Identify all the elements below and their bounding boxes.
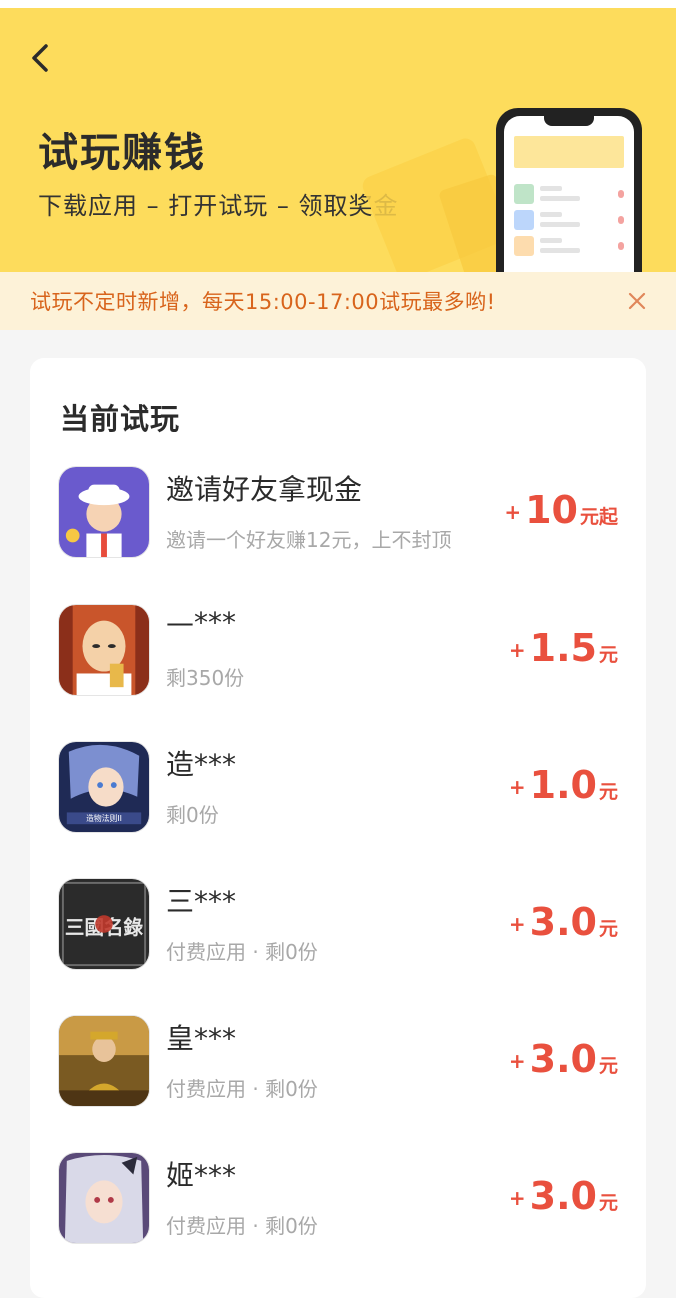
notice-close-button[interactable] (624, 288, 650, 314)
list-item-app-1[interactable]: —*** 剩350份 +1.5 元 (30, 604, 646, 700)
app-icon-princess (58, 1152, 150, 1244)
item-name: 皇*** (166, 1022, 237, 1055)
close-icon (628, 292, 646, 310)
app-icon-onepunch (58, 604, 150, 696)
app-icon-emperor (58, 1015, 150, 1107)
reward-amount: +3.0 元 (508, 1037, 618, 1081)
back-button[interactable] (24, 38, 60, 78)
item-name: 姬*** (166, 1159, 237, 1192)
page-title: 试玩赚钱 (38, 130, 206, 176)
item-subtext: 剩0份 (166, 803, 219, 827)
section-title: 当前试玩 (60, 402, 181, 436)
list-item-app-2[interactable]: 造物法则II 造*** 剩0份 +1.0 元 (30, 741, 646, 837)
list-item-invite-friends[interactable]: 邀请好友拿现金 邀请一个好友赚12元，上不封顶 +10 元起 (30, 466, 646, 562)
list-item-app-5[interactable]: 姬*** 付费应用 · 剩0份 +3.0 元 (30, 1152, 646, 1248)
notice-bar: 试玩不定时新增，每天15:00-17:00试玩最多哟! (0, 272, 676, 330)
trial-list-card: 当前试玩 邀请好友拿现金 邀请一个好友赚12元，上不封顶 +10 元起 —***… (30, 358, 646, 1298)
item-subtext: 邀请一个好友赚12元，上不封顶 (166, 528, 452, 552)
notice-text: 试玩不定时新增，每天15:00-17:00试玩最多哟! (30, 290, 496, 314)
status-bar (0, 0, 676, 8)
app-icon-anime-girl: 造物法则II (58, 741, 150, 833)
header-banner: 试玩赚钱 下载应用 – 打开试玩 – 领取奖金 (0, 8, 676, 272)
app-icon-invite (58, 466, 150, 558)
item-name: 造*** (166, 748, 237, 781)
item-name: 邀请好友拿现金 (166, 473, 363, 506)
app-icon-three-kingdoms: 三國名錄 (58, 878, 150, 970)
reward-amount: +3.0 元 (508, 1174, 618, 1218)
item-subtext: 付费应用 · 剩0份 (166, 1214, 318, 1238)
reward-amount: +3.0 元 (508, 900, 618, 944)
list-item-app-4[interactable]: 皇*** 付费应用 · 剩0份 +3.0 元 (30, 1015, 646, 1111)
chevron-left-icon (32, 44, 48, 72)
item-subtext: 剩350份 (166, 666, 245, 690)
item-name: —*** (166, 606, 236, 639)
reward-amount: +1.0 元 (508, 763, 618, 807)
list-item-app-3[interactable]: 三國名錄 三*** 付费应用 · 剩0份 +3.0元 (30, 878, 646, 974)
item-name: 三*** (166, 885, 237, 918)
page-subtitle: 下载应用 – 打开试玩 – 领取奖金 (38, 192, 399, 220)
reward-amount: +1.5 元 (508, 626, 618, 670)
item-subtext: 付费应用 · 剩0份 (166, 940, 318, 964)
item-subtext: 付费应用 · 剩0份 (166, 1077, 318, 1101)
icon-badge-text: 造物法则II (86, 813, 122, 823)
reward-amount: +10 元起 (504, 488, 618, 532)
phone-illustration (496, 108, 642, 272)
